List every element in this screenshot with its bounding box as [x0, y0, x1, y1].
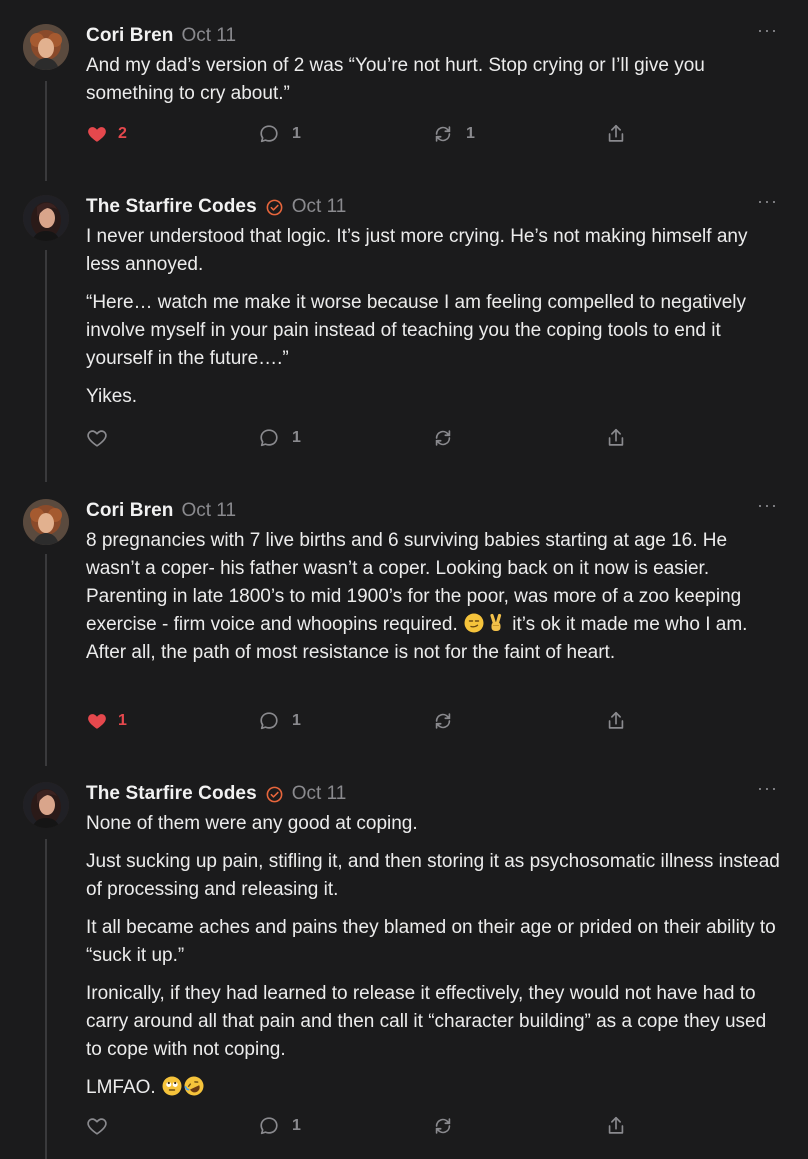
share-icon	[605, 123, 627, 145]
comment-body: And my dad’s version of 2 was “You’re no…	[86, 52, 786, 118]
avatar[interactable]	[23, 195, 69, 241]
reply-icon	[258, 710, 280, 732]
share-button[interactable]	[605, 425, 627, 451]
comment-actions: 1	[86, 1113, 646, 1139]
like-button[interactable]: 2	[86, 121, 127, 147]
comment-actions: 2 1 1	[86, 121, 646, 147]
restack-button[interactable]	[432, 708, 454, 734]
avatar[interactable]	[23, 24, 69, 70]
heart-filled-icon	[86, 123, 108, 145]
reply-count: 1	[292, 125, 301, 142]
restack-button[interactable]: 1	[432, 121, 475, 147]
like-button[interactable]	[86, 425, 108, 451]
comment-paragraph: LMFAO.	[86, 1074, 786, 1102]
reply-icon	[258, 1115, 280, 1137]
share-icon	[605, 427, 627, 449]
reply-button[interactable]: 1	[258, 1113, 301, 1139]
comment-paragraph: Ironically, if they had learned to relea…	[86, 983, 767, 1060]
comment-header: The Starfire Codes Oct 11	[86, 779, 346, 809]
comment-body: 8 pregnancies with 7 live births and 6 s…	[86, 527, 786, 677]
comment-paragraph: Just sucking up pain, stifling it, and t…	[86, 851, 780, 900]
comment-actions: 1 1	[86, 708, 646, 734]
thread-line	[45, 554, 47, 766]
like-button[interactable]: 1	[86, 708, 127, 734]
comment-date[interactable]: Oct 11	[181, 25, 236, 47]
restack-button[interactable]	[432, 1113, 454, 1139]
comment-date[interactable]: Oct 11	[181, 500, 236, 522]
share-button[interactable]	[605, 1113, 627, 1139]
verified-badge-icon	[265, 198, 284, 217]
comment: Cori Bren Oct 11 ··· 8 pregnancies with …	[0, 496, 808, 766]
restack-icon	[432, 427, 454, 449]
reply-count: 1	[292, 429, 301, 446]
more-options-icon[interactable]: ···	[757, 21, 778, 39]
more-options-icon[interactable]: ···	[757, 779, 778, 797]
restack-icon	[432, 710, 454, 732]
comment-actions: 1	[86, 425, 646, 451]
reply-button[interactable]: 1	[258, 425, 301, 451]
reply-count: 1	[292, 1117, 301, 1134]
comment-body: None of them were any good at coping. Ju…	[86, 810, 786, 1112]
restack-icon	[432, 1115, 454, 1137]
comment-paragraph: “Here… watch me make it worse because I …	[86, 292, 747, 369]
comment-paragraph: And my dad’s version of 2 was “You’re no…	[86, 55, 705, 104]
reply-icon	[258, 123, 280, 145]
restack-count: 1	[466, 125, 475, 142]
comment: Cori Bren Oct 11 ··· And my dad’s versio…	[0, 21, 808, 181]
thread-line	[45, 250, 47, 482]
share-icon	[605, 710, 627, 732]
more-options-icon[interactable]: ···	[757, 496, 778, 514]
share-button[interactable]	[605, 708, 627, 734]
share-button[interactable]	[605, 121, 627, 147]
verified-badge-icon	[265, 785, 284, 804]
comment-paragraph: It all became aches and pains they blame…	[86, 917, 776, 966]
avatar[interactable]	[23, 782, 69, 828]
comment: The Starfire Codes Oct 11 ··· I never un…	[0, 192, 808, 482]
avatar[interactable]	[23, 499, 69, 545]
heart-icon	[86, 1115, 108, 1137]
comment-header: Cori Bren Oct 11	[86, 21, 236, 51]
comment-date[interactable]: Oct 11	[292, 196, 347, 218]
comment-date[interactable]: Oct 11	[292, 783, 347, 805]
like-count: 2	[118, 125, 127, 142]
author-name[interactable]: The Starfire Codes	[86, 196, 257, 218]
more-options-icon[interactable]: ···	[757, 192, 778, 210]
victory-hand-icon	[486, 613, 506, 633]
comment-text: LMFAO.	[86, 1077, 161, 1098]
comment-paragraph: I never understood that logic. It’s just…	[86, 226, 748, 275]
comment-paragraph: Yikes.	[86, 386, 138, 407]
heart-icon	[86, 427, 108, 449]
heart-filled-icon	[86, 710, 108, 732]
comment-paragraph: 8 pregnancies with 7 live births and 6 s…	[86, 527, 786, 667]
comment-paragraph: None of them were any good at coping.	[86, 813, 418, 834]
author-name[interactable]: Cori Bren	[86, 25, 173, 47]
comment: The Starfire Codes Oct 11 ··· None of th…	[0, 779, 808, 1159]
reply-button[interactable]: 1	[258, 708, 301, 734]
reply-icon	[258, 427, 280, 449]
share-icon	[605, 1115, 627, 1137]
reply-count: 1	[292, 712, 301, 729]
comment-body: I never understood that logic. It’s just…	[86, 223, 786, 421]
author-name[interactable]: The Starfire Codes	[86, 783, 257, 805]
face-with-rolling-eyes-icon	[162, 1076, 182, 1096]
like-button[interactable]	[86, 1113, 108, 1139]
author-name[interactable]: Cori Bren	[86, 500, 173, 522]
reply-button[interactable]: 1	[258, 121, 301, 147]
rolling-on-floor-laughing-icon	[184, 1076, 204, 1096]
smirking-face-icon	[464, 613, 484, 633]
restack-icon	[432, 123, 454, 145]
thread-line	[45, 81, 47, 181]
comment-header: Cori Bren Oct 11	[86, 496, 236, 526]
like-count: 1	[118, 712, 127, 729]
thread-line	[45, 839, 47, 1159]
restack-button[interactable]	[432, 425, 454, 451]
comment-header: The Starfire Codes Oct 11	[86, 192, 346, 222]
